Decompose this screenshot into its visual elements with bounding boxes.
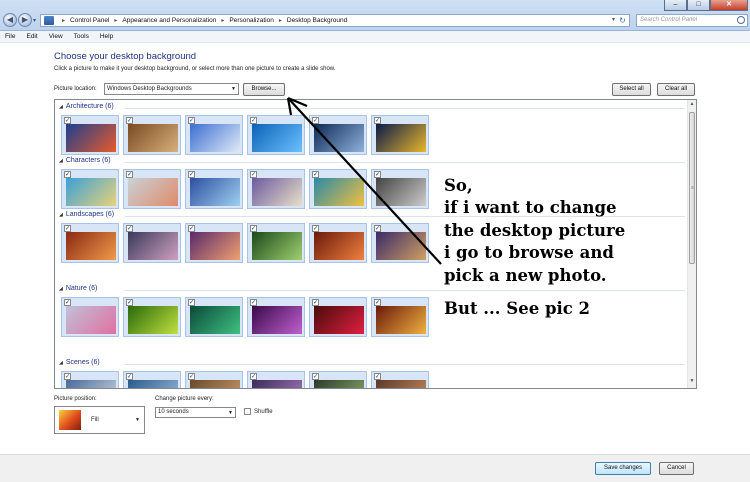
picture-position-label: Picture position:	[54, 396, 97, 402]
shuffle-checkbox-box[interactable]	[244, 408, 251, 415]
chevron-down-icon: ▼	[228, 410, 233, 416]
cancel-button[interactable]: Cancel	[659, 462, 694, 475]
arrow-shaft	[287, 97, 442, 265]
picture-position-select[interactable]: Fill ▼	[54, 406, 145, 434]
fill-preview-icon	[59, 410, 81, 430]
shuffle-checkbox[interactable]: Shuffle	[244, 408, 273, 415]
chevron-down-icon: ▼	[135, 417, 140, 423]
change-interval-select[interactable]: 10 seconds ▼	[155, 407, 236, 418]
picture-position-value: Fill	[91, 417, 99, 423]
shuffle-label: Shuffle	[254, 408, 273, 415]
save-changes-button[interactable]: Save changes	[595, 462, 651, 475]
change-interval-value: 10 seconds	[158, 409, 189, 415]
change-interval-label: Change picture every:	[155, 396, 214, 402]
